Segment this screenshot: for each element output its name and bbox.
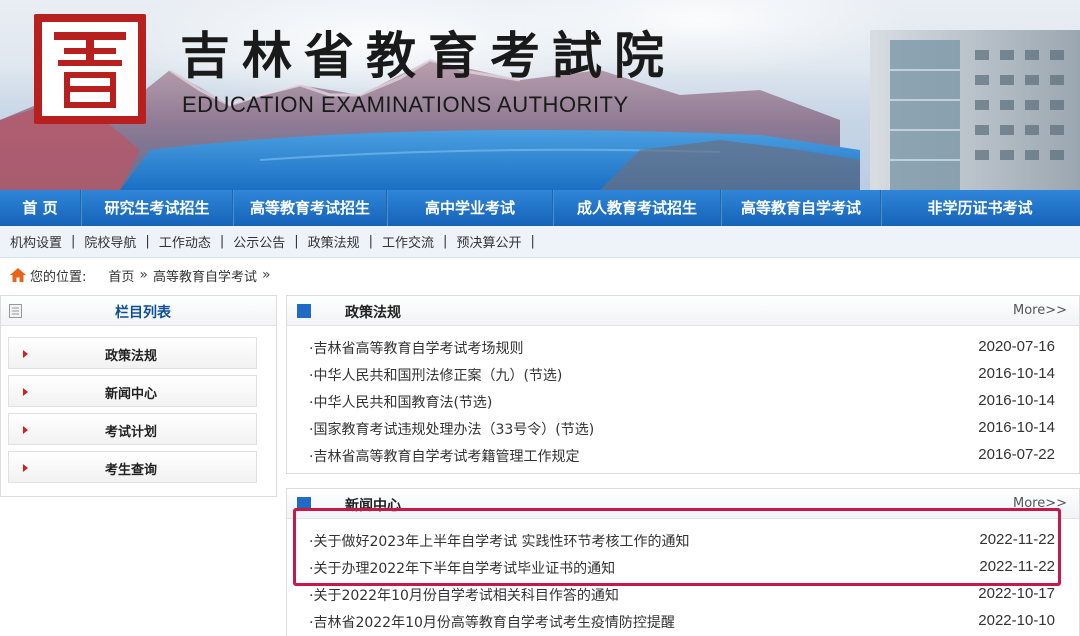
panel-header: 政策法规 More>> — [287, 296, 1079, 326]
main-nav-item[interactable]: 高中学业考试 — [388, 190, 552, 226]
breadcrumb-separator-icon: » — [139, 267, 148, 283]
home-icon — [10, 268, 26, 282]
news-row[interactable]: ·国家教育考试违规处理办法（33号令）(节选) 2016-10-14 — [309, 415, 1055, 442]
row-title[interactable]: ·关于2022年10月份自学考试相关科目作答的通知 — [309, 585, 619, 605]
arrow-square-icon — [297, 497, 311, 511]
row-date: 2016-10-14 — [978, 365, 1055, 382]
sub-nav-link[interactable]: 工作动态 — [159, 232, 211, 251]
sidebar-header: 栏目列表 — [1, 296, 276, 326]
row-date: 2022-11-22 — [979, 558, 1055, 575]
breadcrumb-prefix: 您的位置: — [30, 269, 87, 285]
policy-panel: 政策法规 More>> ·吉林省高等教育自学考试考场规则 2020-07-16 ·中… — [286, 295, 1080, 474]
sub-nav-divider: | — [294, 234, 299, 249]
sub-nav-link[interactable]: 预决算公开 — [456, 232, 521, 251]
sidebar-item[interactable]: 考生查询 — [8, 451, 257, 483]
sidebar-item[interactable]: 考试计划 — [8, 413, 257, 445]
row-title[interactable]: ·中华人民共和国刑法修正案（九）(节选) — [309, 365, 562, 385]
sub-nav-link[interactable]: 政策法规 — [308, 232, 360, 251]
row-title[interactable]: ·吉林省高等教育自学考试考场规则 — [309, 338, 523, 358]
sidebar-item-label: 政策法规 — [104, 349, 157, 364]
more-link[interactable]: More>> — [1013, 303, 1067, 318]
news-row[interactable]: ·关于2022年10月份自学考试相关科目作答的通知 2022-10-17 — [309, 581, 1055, 608]
authority-logo — [34, 14, 146, 124]
more-link[interactable]: More>> — [1013, 496, 1067, 511]
breadcrumb-current-link[interactable]: 高等教育自学考试 — [153, 266, 257, 285]
breadcrumb: 您的位置: 首页 » 高等教育自学考试 » — [10, 264, 276, 286]
sub-nav-divider: | — [145, 234, 150, 249]
main-nav-item[interactable]: 首 页 — [0, 190, 80, 226]
row-title[interactable]: ·吉林省2022年10月份高等教育自学考试考生疫情防控提醒 — [309, 612, 675, 632]
panel-title: 新闻中心 — [345, 498, 401, 514]
sub-nav-divider: | — [530, 234, 535, 249]
row-date: 2022-10-10 — [978, 612, 1055, 629]
header-banner: 吉林省教育考試院 EDUCATION EXAMINATIONS AUTHORIT… — [0, 0, 1080, 190]
sub-nav-link[interactable]: 院校导航 — [84, 232, 136, 251]
news-panel: 新闻中心 More>> ·关于做好2023年上半年自学考试 实践性环节考核工作的… — [286, 488, 1080, 636]
main-nav-item[interactable]: 高等教育自学考试 — [722, 190, 880, 226]
news-row[interactable]: ·吉林省高等教育自学考试考场规则 2020-07-16 — [309, 334, 1055, 361]
breadcrumb-home-link[interactable]: 首页 — [108, 266, 134, 285]
main-nav-item[interactable]: 成人教育考试招生 — [554, 190, 720, 226]
sidebar-item-label: 考试计划 — [104, 425, 157, 440]
row-date: 2016-10-14 — [978, 392, 1055, 409]
sub-nav-divider: | — [219, 234, 225, 249]
row-date: 2022-10-17 — [978, 585, 1055, 602]
news-row[interactable]: ·吉林省高等教育自学考试考籍管理工作规定 2016-07-22 — [309, 442, 1055, 469]
row-date: 2016-10-14 — [978, 419, 1055, 436]
sub-nav-divider: | — [71, 234, 76, 249]
row-date: 2016-07-22 — [978, 446, 1055, 463]
sidebar-title: 栏目列表 — [115, 305, 171, 321]
sidebar-item[interactable]: 新闻中心 — [8, 375, 257, 407]
news-row[interactable]: ·中华人民共和国教育法(节选) 2016-10-14 — [309, 388, 1055, 415]
sub-nav-link[interactable]: 机构设置 — [10, 232, 62, 251]
sub-nav-divider: | — [443, 234, 448, 249]
news-row[interactable]: ·中华人民共和国刑法修正案（九）(节选) 2016-10-14 — [309, 361, 1055, 388]
row-date: 2022-11-22 — [979, 531, 1055, 548]
main-nav: 首 页研究生考试招生 高等教育考试招生 高中学业考试 成人教育考试招生 高等教育自学考试… — [0, 190, 1080, 226]
main-nav-item[interactable]: 研究生考试招生 — [82, 190, 232, 226]
column-list-sidebar: 栏目列表 政策法规新闻中心考试计划考生查询 — [0, 295, 277, 497]
sub-nav-link[interactable]: 工作交流 — [382, 232, 434, 251]
panel-header: 新闻中心 More>> — [287, 489, 1079, 519]
row-title[interactable]: ·中华人民共和国教育法(节选) — [309, 392, 492, 412]
logo-seal-icon — [54, 32, 126, 108]
row-title[interactable]: ·关于办理2022年下半年自学考试毕业证书的通知 — [309, 558, 615, 578]
sidebar-item-label: 新闻中心 — [104, 387, 157, 402]
panel-title: 政策法规 — [345, 305, 401, 321]
sub-nav: 机构设置 | 院校导航 | 工作动态 | 公示公告 | 政策法规 | 工作交流 | 预决算公开 | — [0, 226, 1080, 258]
row-title[interactable]: ·国家教育考试违规处理办法（33号令）(节选) — [309, 419, 594, 439]
arrow-square-icon — [297, 304, 311, 318]
row-date: 2020-07-16 — [978, 338, 1055, 355]
news-row[interactable]: ·吉林省2022年10月份高等教育自学考试考生疫情防控提醒 2022-10-10 — [309, 608, 1055, 635]
site-title-cn: 吉林省教育考試院 — [180, 26, 676, 85]
row-title[interactable]: ·吉林省高等教育自学考试考籍管理工作规定 — [309, 446, 579, 466]
row-title[interactable]: ·关于做好2023年上半年自学考试 实践性环节考核工作的通知 — [309, 531, 690, 551]
news-row[interactable]: ·关于做好2023年上半年自学考试 实践性环节考核工作的通知 2022-11-22 — [309, 527, 1055, 554]
sidebar-item-label: 考生查询 — [104, 463, 157, 478]
news-row[interactable]: ·关于办理2022年下半年自学考试毕业证书的通知 2022-11-22 — [309, 554, 1055, 581]
sub-nav-link[interactable]: 公示公告 — [233, 232, 285, 251]
main-nav-item[interactable]: 非学历证书考试 — [882, 190, 1078, 226]
sub-nav-divider: | — [368, 234, 374, 249]
sidebar-item[interactable]: 政策法规 — [8, 337, 257, 369]
site-title-en: EDUCATION EXAMINATIONS AUTHORITY — [182, 92, 629, 117]
main-nav-item[interactable]: 高等教育考试招生 — [234, 190, 386, 226]
breadcrumb-separator-icon: » — [262, 267, 271, 283]
